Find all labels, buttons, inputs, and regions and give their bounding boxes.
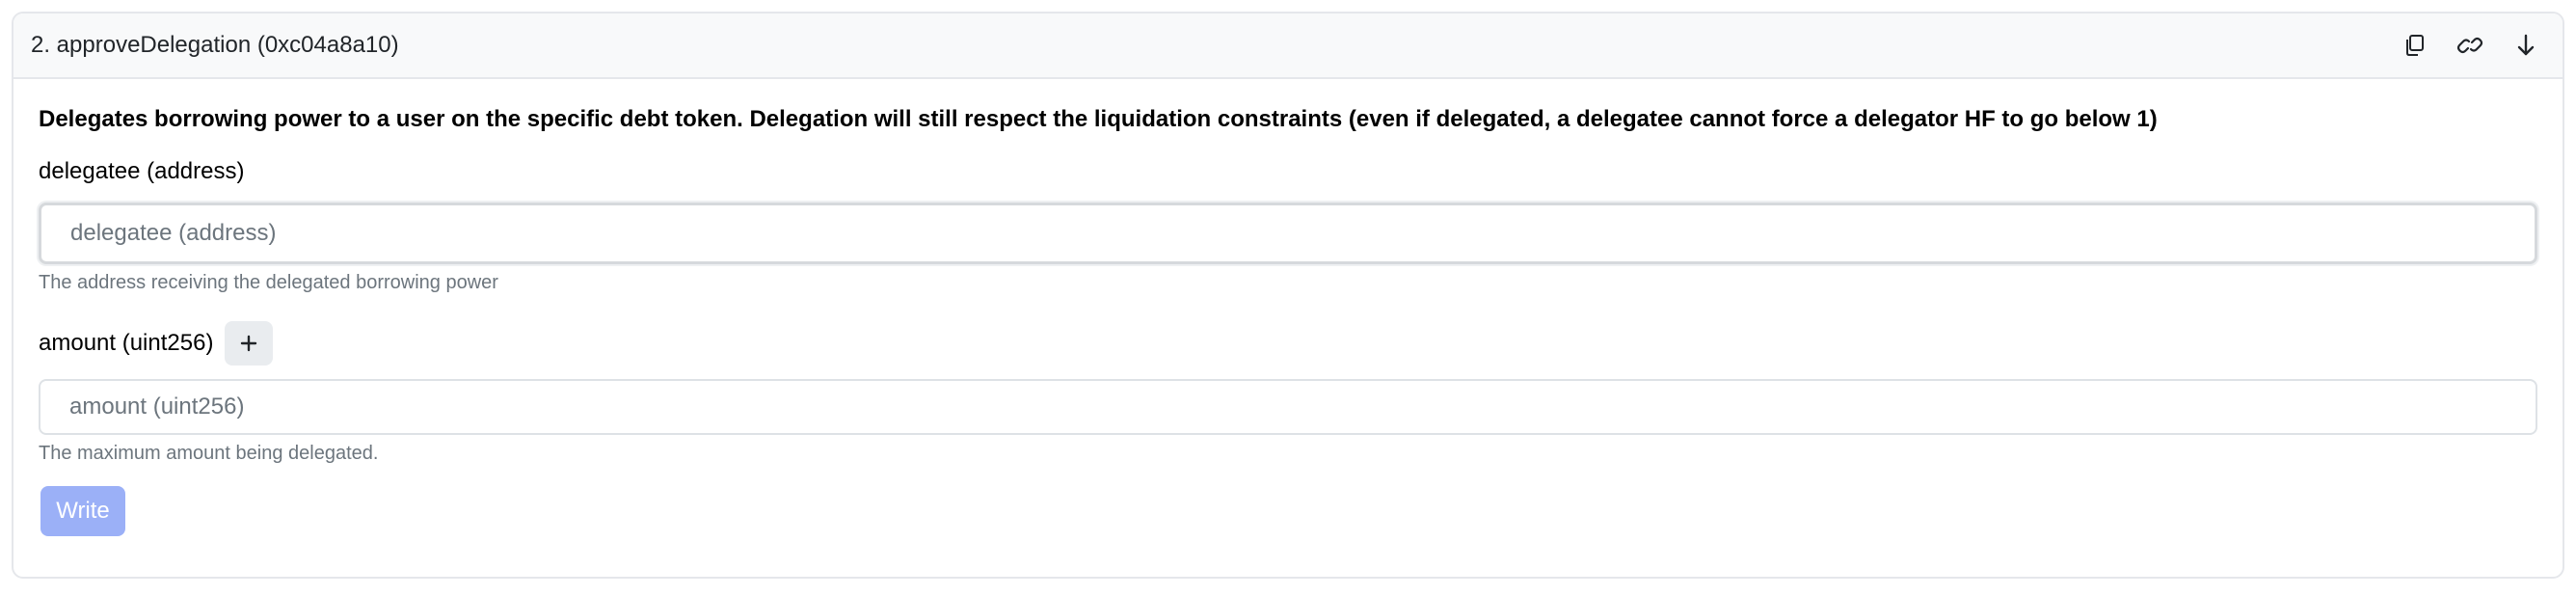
permalink-button[interactable] — [2453, 28, 2487, 63]
plus-icon — [241, 335, 257, 352]
delegatee-field: delegatee (address) The address receivin… — [39, 158, 2537, 294]
write-button[interactable]: Write — [40, 486, 125, 536]
link-icon — [2456, 37, 2483, 54]
delegatee-label: delegatee (address) — [39, 158, 245, 184]
delegatee-input[interactable] — [39, 203, 2537, 264]
function-title: 2. approveDelegation (0xc04a8a10) — [31, 32, 399, 58]
function-header[interactable]: 2. approveDelegation (0xc04a8a10) — [13, 14, 2563, 79]
delegatee-help-text: The address receiving the delegated borr… — [39, 272, 498, 293]
copy-icon — [2406, 35, 2424, 56]
amount-input[interactable] — [39, 379, 2537, 435]
arrow-down-icon — [2517, 34, 2535, 56]
amount-label: amount (uint256) — [39, 330, 214, 356]
expand-button[interactable] — [2509, 28, 2543, 63]
function-description: Delegates borrowing power to a user on t… — [39, 106, 2158, 132]
header-actions — [2397, 28, 2543, 63]
add-decimals-button[interactable] — [225, 321, 274, 366]
amount-field: amount (uint256) The maximum amount bein… — [39, 321, 2537, 465]
function-card: 2. approveDelegation (0xc04a8a10) Delega… — [12, 12, 2564, 579]
copy-button[interactable] — [2397, 28, 2431, 63]
function-body: Delegates borrowing power to a user on t… — [13, 79, 2563, 536]
amount-help-text: The maximum amount being delegated. — [39, 443, 379, 464]
